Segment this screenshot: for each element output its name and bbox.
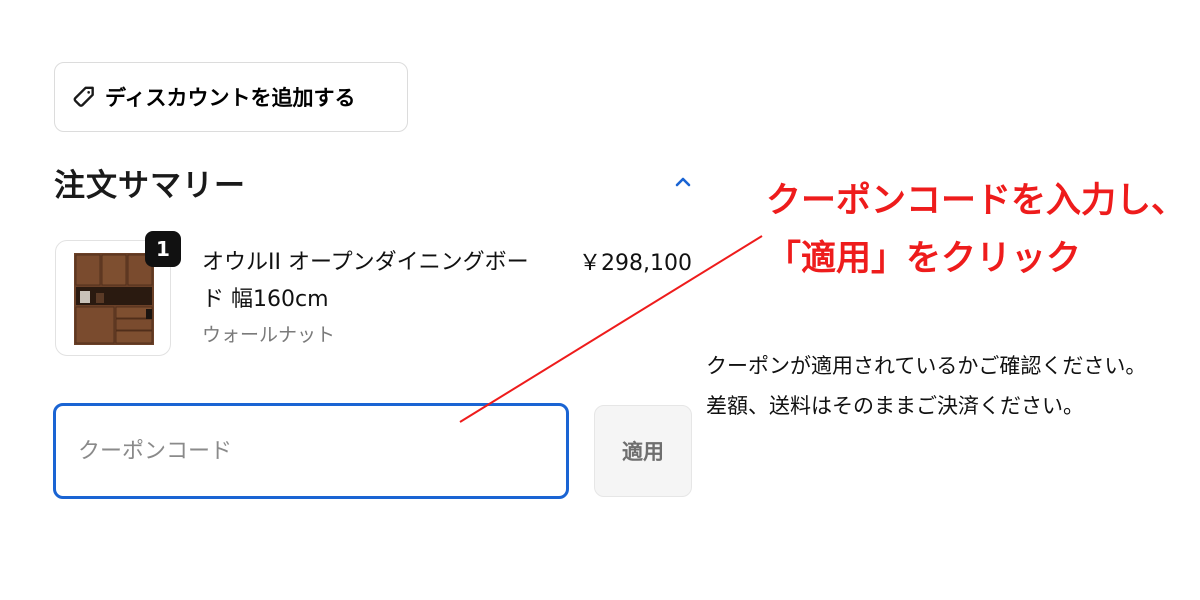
quantity-badge: 1 — [145, 231, 181, 267]
product-name: オウルII オープンダイニングボード 幅160cm — [202, 250, 529, 312]
annotation-note: クーポンが適用されているかご確認ください。 差額、送料はそのままご決済ください。 — [706, 346, 1146, 426]
apply-coupon-button[interactable]: 適用 — [594, 405, 692, 497]
add-discount-button[interactable]: ディスカウントを追加する — [54, 62, 408, 132]
annotation-line-1: クーポンコードを入力し、 — [766, 181, 1187, 221]
checkout-page: ディスカウントを追加する 注文サマリー 1 オウルII オープンダイニングボード… — [0, 0, 1200, 600]
chevron-up-icon[interactable] — [672, 172, 694, 192]
annotation-note-line-1: クーポンが適用されているかご確認ください。 — [706, 354, 1147, 378]
cabinet-image — [74, 253, 154, 345]
annotation-note-line-2: 差額、送料はそのままご決済ください。 — [706, 394, 1084, 418]
product-thumbnail: 1 — [55, 231, 181, 356]
product-price: ￥298,100 — [579, 251, 692, 276]
annotation-instruction: クーポンコードを入力し、 「適用」をクリック — [766, 172, 1186, 288]
annotation-line-2: 「適用」をクリック — [766, 239, 1082, 279]
add-discount-label: ディスカウントを追加する — [105, 87, 356, 110]
tag-icon — [71, 84, 97, 110]
order-summary-title: 注文サマリー — [54, 168, 246, 204]
product-variant: ウォールナット — [202, 324, 336, 346]
coupon-code-input[interactable] — [53, 403, 569, 499]
